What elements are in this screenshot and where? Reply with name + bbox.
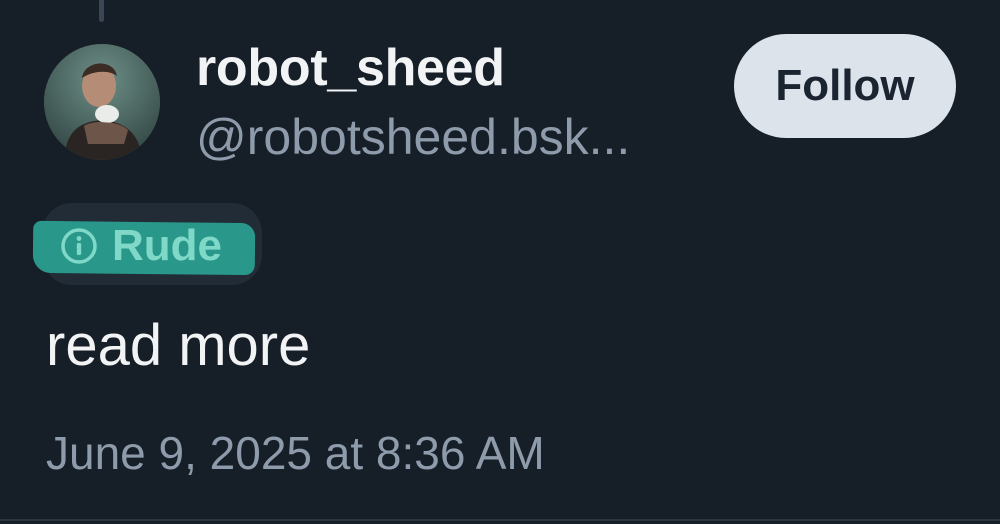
author-handle[interactable]: @robotsheed.bsk...: [196, 108, 630, 166]
post-text: read more: [46, 313, 311, 378]
avatar[interactable]: [44, 44, 160, 160]
content-label[interactable]: Rude: [60, 220, 222, 272]
post-detail: robot_sheed @robotsheed.bsk... Follow Ru…: [0, 0, 1000, 524]
info-icon: [60, 227, 98, 265]
post-timestamp: June 9, 2025 at 8:36 AM: [46, 427, 545, 479]
follow-button[interactable]: Follow: [734, 34, 956, 138]
divider: [0, 519, 1000, 521]
content-label-text: Rude: [112, 221, 222, 270]
thread-line: [99, 0, 104, 22]
author-display-name[interactable]: robot_sheed: [196, 38, 505, 98]
